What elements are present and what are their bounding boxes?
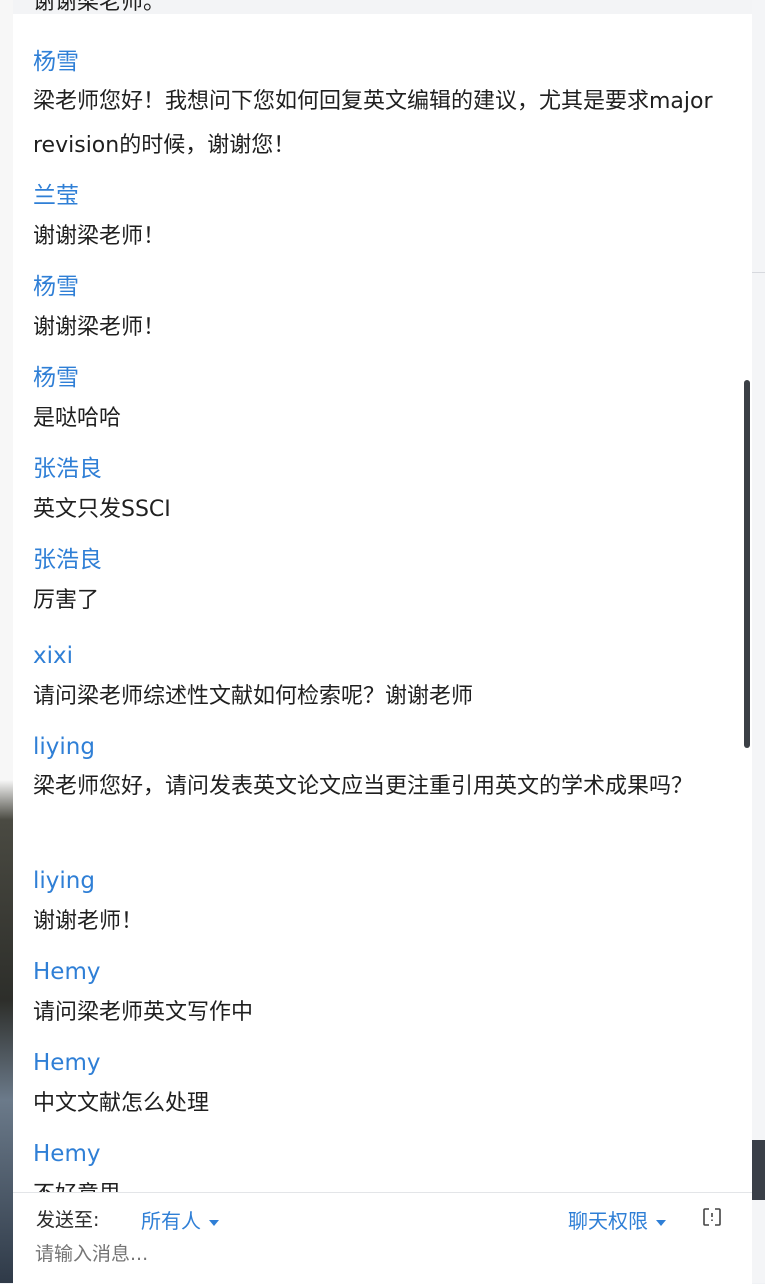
message-text: 梁老师您好，请问发表英文论文应当更注重引用英文的学术成果吗？ [33, 774, 694, 799]
chat-message: xixi 请问梁老师综述性文献如何检索呢？谢谢老师 [33, 640, 738, 712]
message-text: 谢谢梁老师。 [33, 0, 166, 15]
chat-permission-dropdown[interactable]: 聊天权限 [568, 1205, 666, 1234]
message-text: 厉害了 [33, 588, 100, 613]
chat-panel: 谢谢梁老师。 杨雪 梁老师您好！我想问下您如何回复英文编辑的建议，尤其是要求ma… [13, 0, 752, 1284]
message-sender: xixi [33, 643, 74, 669]
message-text: 中文文献怎么处理 [33, 1091, 210, 1116]
message-text: 是哒哈哈 [33, 406, 122, 431]
chat-message: 杨雪 梁老师您好！我想问下您如何回复英文编辑的建议，尤其是要求major rev… [33, 46, 738, 168]
message-text: 请问梁老师综述性文献如何检索呢？谢谢老师 [33, 684, 474, 709]
message-sender: liying [33, 868, 95, 894]
message-input[interactable] [35, 1243, 635, 1265]
message-sender: 杨雪 [33, 365, 79, 391]
message-text: 谢谢梁老师！ [33, 315, 166, 340]
message-text: 不好意思 [33, 1180, 738, 1192]
message-sender: 兰莹 [33, 183, 79, 209]
message-text: 谢谢老师！ [33, 909, 144, 934]
recipient-dropdown[interactable]: 所有人 [141, 1205, 219, 1234]
message-sender: Hemy [33, 1050, 101, 1076]
chat-message: 杨雪 谢谢梁老师！ [33, 271, 738, 343]
message-sender: 杨雪 [33, 274, 79, 300]
scrollbar-thumb[interactable] [744, 380, 750, 748]
recipient-label: 所有人 [141, 1209, 201, 1233]
message-text: 英文只发SSCI [33, 497, 171, 522]
chat-message: 杨雪 是哒哈哈 [33, 362, 738, 434]
chat-message: liying 谢谢老师！ [33, 865, 738, 937]
chat-message: 兰莹 谢谢梁老师！ [33, 180, 738, 252]
chat-message: liying 梁老师您好，请问发表英文论文应当更注重引用英文的学术成果吗？ [33, 731, 738, 809]
message-text: 梁老师您好！我想问下您如何回复英文编辑的建议，尤其是要求major revisi… [33, 89, 713, 158]
message-text: 请问梁老师英文写作中 [33, 1000, 254, 1025]
background-right [752, 0, 765, 1283]
background-left [0, 0, 13, 1283]
caret-down-icon [656, 1219, 666, 1226]
permission-label: 聊天权限 [568, 1209, 648, 1233]
chat-footer: 发送至: 所有人 聊天权限 [13, 1192, 752, 1284]
send-to-label: 发送至: [36, 1209, 100, 1231]
message-sender: liying [33, 734, 95, 760]
message-sender: 杨雪 [33, 49, 79, 75]
chat-message: Hemy 中文文献怎么处理 [33, 1047, 738, 1119]
chat-message: Hemy 请问梁老师英文写作中 [33, 956, 738, 1028]
caret-down-icon [209, 1219, 219, 1226]
fullscreen-icon[interactable] [702, 1207, 722, 1227]
chat-message: 张浩良 英文只发SSCI [33, 453, 738, 525]
message-text: 谢谢梁老师！ [33, 224, 166, 249]
message-sender: 张浩良 [33, 456, 102, 482]
message-sender: Hemy [33, 1141, 101, 1167]
chat-message: Hemy 不好意思 [33, 1138, 738, 1192]
chat-message: 谢谢梁老师。 [33, 0, 738, 18]
message-sender: Hemy [33, 959, 101, 985]
chat-message: 张浩良 厉害了 [33, 544, 738, 616]
message-sender: 张浩良 [33, 547, 102, 573]
message-list[interactable]: 谢谢梁老师。 杨雪 梁老师您好！我想问下您如何回复英文编辑的建议，尤其是要求ma… [13, 0, 752, 1192]
